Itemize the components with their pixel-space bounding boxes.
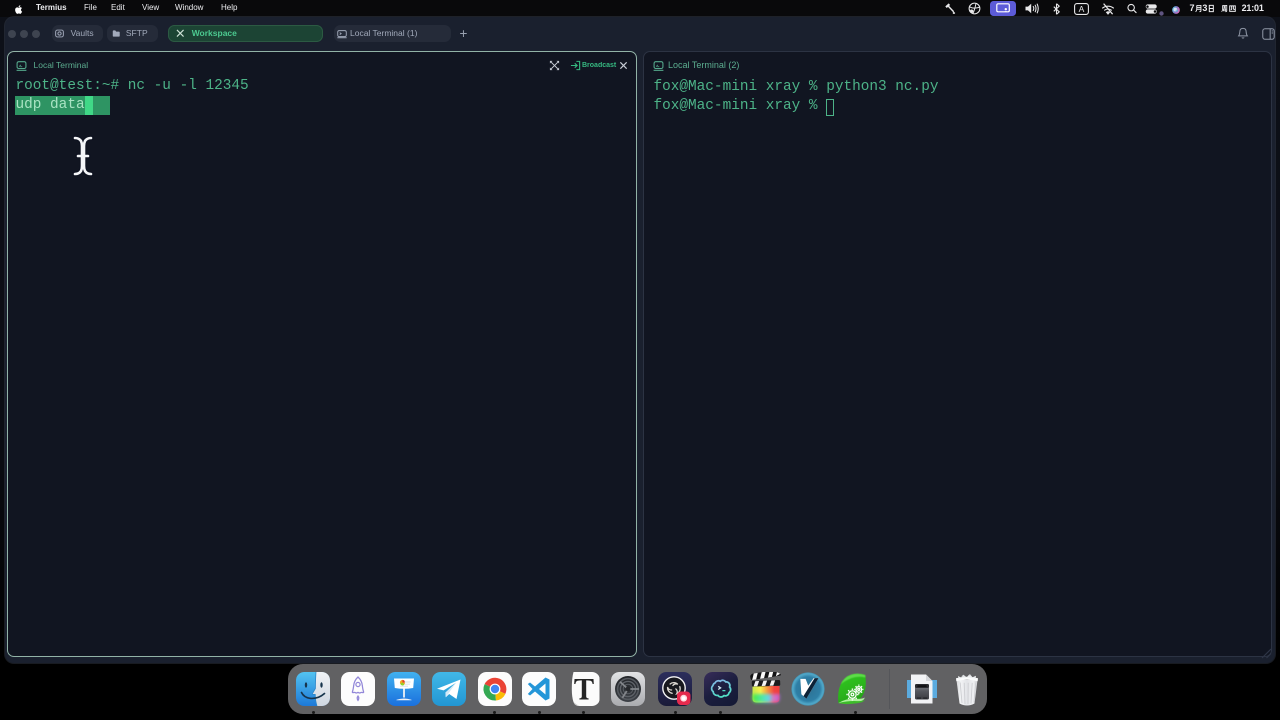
svg-text:A: A [1078,4,1084,14]
